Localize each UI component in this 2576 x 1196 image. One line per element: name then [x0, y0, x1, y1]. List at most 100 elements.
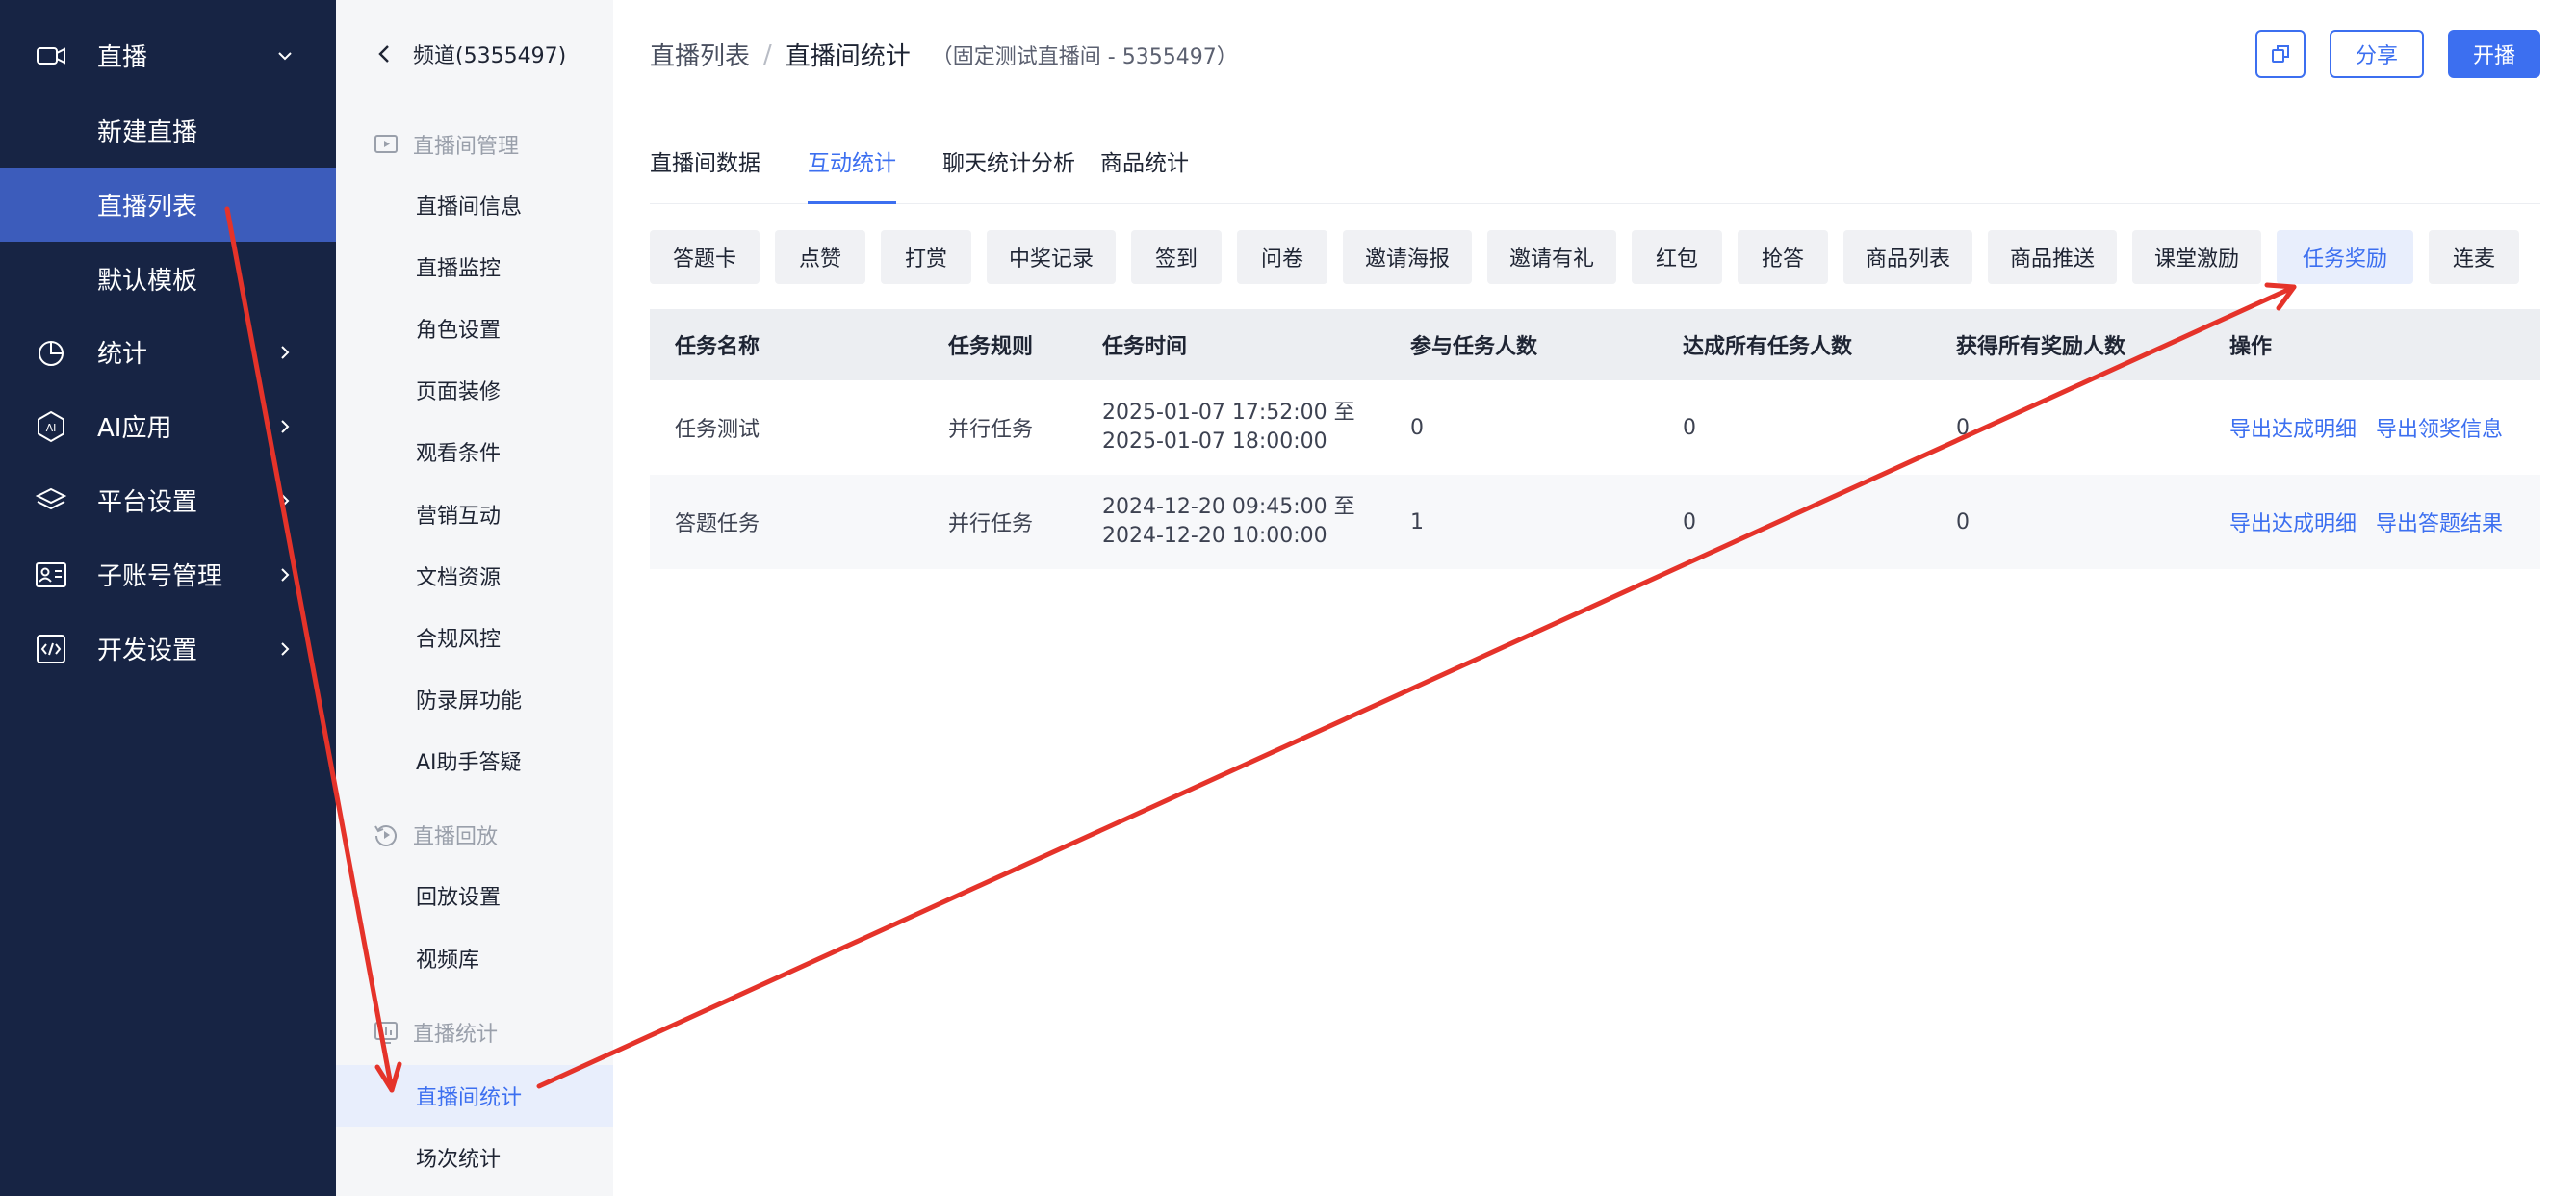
- chip-quick-answer[interactable]: 抢答: [1738, 230, 1828, 284]
- chip-red-packet[interactable]: 红包: [1632, 230, 1722, 284]
- nav-stats[interactable]: 统计: [0, 315, 336, 389]
- id-card-icon: [35, 559, 67, 591]
- col-task-name: 任务名称: [675, 335, 760, 359]
- tab-chat-analysis[interactable]: 聊天统计分析: [942, 144, 1075, 204]
- channel-menu: 频道(5355497) 直播间管理 直播间信息 直播监控 角色设置 页面装修 观…: [336, 0, 613, 1196]
- copy-icon: [2272, 45, 2289, 63]
- chip-survey[interactable]: 问卷: [1237, 230, 1327, 284]
- start-live-button[interactable]: 开播: [2448, 30, 2540, 78]
- menu-room-info[interactable]: 直播间信息: [336, 177, 613, 233]
- menu-anti-record[interactable]: 防录屏功能: [336, 671, 613, 727]
- menu-item-label: 直播间统计: [416, 1086, 523, 1110]
- stats-tabs: 直播间数据 互动统计 聊天统计分析 商品统计: [650, 135, 2540, 204]
- app-root: 直播 新建直播 直播列表 默认模板 统计 AI AI应用 平台设置 子账号管理 …: [0, 0, 2576, 1196]
- chip-class-incentive[interactable]: 课堂激励: [2132, 230, 2261, 284]
- menu-watch-conditions[interactable]: 观看条件: [336, 424, 613, 480]
- tab-product-stats[interactable]: 商品统计: [1100, 144, 1189, 204]
- cell-task-name: 答题任务: [675, 512, 760, 536]
- col-actions: 操作: [2229, 335, 2273, 359]
- time-end: 2024-12-20 10:00:00: [1102, 524, 1327, 548]
- pie-chart-icon: [35, 336, 67, 369]
- copy-button[interactable]: [2255, 30, 2306, 78]
- chevron-right-icon: [281, 345, 290, 359]
- cell-participants: 1: [1410, 509, 1424, 534]
- chip-task-reward[interactable]: 任务奖励: [2277, 230, 2413, 284]
- nav-new-live[interactable]: 新建直播: [0, 93, 336, 168]
- table-row: 任务测试 并行任务 2025-01-07 17:52:00 至 2025-01-…: [650, 380, 2540, 475]
- nav-platform-settings-label: 平台设置: [97, 488, 198, 517]
- nav-stats-label: 统计: [97, 340, 148, 369]
- cell-rewarded: 0: [1956, 509, 1970, 534]
- menu-page-decoration[interactable]: 页面装修: [336, 362, 613, 418]
- menu-item-label: 营销互动: [416, 505, 502, 529]
- time-end: 2025-01-07 18:00:00: [1102, 429, 1327, 454]
- chip-tip[interactable]: 打赏: [881, 230, 971, 284]
- breadcrumb-current: 直播间统计: [785, 42, 911, 71]
- menu-item-label: 回放设置: [416, 886, 502, 910]
- share-button[interactable]: 分享: [2330, 30, 2424, 78]
- cell-task-rule: 并行任务: [948, 512, 1034, 536]
- nav-live-list[interactable]: 直播列表: [0, 168, 336, 242]
- cell-actions: 导出达成明细 导出领奖信息: [2229, 380, 2522, 475]
- nav-dev-settings[interactable]: 开发设置: [0, 611, 336, 686]
- menu-live-monitor[interactable]: 直播监控: [336, 239, 613, 295]
- chip-invite-reward[interactable]: 邀请有礼: [1487, 230, 1616, 284]
- cell-task-time: 2025-01-07 17:52:00 至 2025-01-07 18:00:0…: [1102, 380, 1355, 475]
- menu-item-label: 角色设置: [416, 319, 502, 343]
- chip-product-list[interactable]: 商品列表: [1843, 230, 1972, 284]
- group-room-manage: 直播间管理: [336, 120, 613, 169]
- menu-replay-settings[interactable]: 回放设置: [336, 868, 613, 923]
- nav-platform-settings[interactable]: 平台设置: [0, 463, 336, 537]
- nav-default-template[interactable]: 默认模板: [0, 242, 336, 316]
- menu-item-label: 文档资源: [416, 566, 502, 590]
- main-content: 直播列表 / 直播间统计 （固定测试直播间 - 5355497） 分享 开播 直…: [613, 0, 2576, 1196]
- menu-item-label: 视频库: [416, 949, 480, 973]
- menu-item-label: 页面装修: [416, 380, 502, 404]
- main-nav: 直播 新建直播 直播列表 默认模板 统计 AI AI应用 平台设置 子账号管理 …: [0, 0, 336, 1196]
- chevron-right-icon: [281, 567, 290, 582]
- nav-ai-app[interactable]: AI AI应用: [0, 389, 336, 463]
- menu-role-settings[interactable]: 角色设置: [336, 300, 613, 356]
- menu-compliance[interactable]: 合规风控: [336, 610, 613, 665]
- col-rewarded-all: 获得所有奖励人数: [1956, 335, 2126, 359]
- chip-winning-records[interactable]: 中奖记录: [987, 230, 1116, 284]
- chip-product-push[interactable]: 商品推送: [1988, 230, 2117, 284]
- export-reward-info-link[interactable]: 导出领奖信息: [2376, 412, 2503, 443]
- col-task-time: 任务时间: [1102, 335, 1188, 359]
- nav-live[interactable]: 直播: [0, 18, 336, 92]
- video-camera-icon: [35, 39, 67, 72]
- table-header: 任务名称 任务规则 任务时间 参与任务人数 达成所有任务人数 获得所有奖励人数 …: [650, 309, 2540, 380]
- breadcrumb-live-list[interactable]: 直播列表: [650, 37, 750, 72]
- export-quiz-result-link[interactable]: 导出答题结果: [2376, 507, 2503, 537]
- tab-interaction-stats[interactable]: 互动统计: [808, 144, 896, 204]
- group-live-stats: 直播统计: [336, 1008, 613, 1056]
- nav-live-list-label: 直播列表: [97, 193, 198, 221]
- channel-back[interactable]: 频道(5355497): [336, 0, 613, 108]
- cell-task-time: 2024-12-20 09:45:00 至 2024-12-20 10:00:0…: [1102, 475, 1355, 569]
- channel-title: 频道(5355497): [413, 44, 567, 68]
- menu-session-stats[interactable]: 场次统计: [336, 1127, 613, 1188]
- export-completion-link[interactable]: 导出达成明细: [2229, 412, 2357, 443]
- menu-item-label: 防录屏功能: [416, 689, 523, 714]
- chip-quiz-card[interactable]: 答题卡: [650, 230, 760, 284]
- cell-task-name: 任务测试: [675, 418, 760, 442]
- cell-participants: 0: [1410, 415, 1424, 440]
- menu-room-stats[interactable]: 直播间统计: [336, 1065, 613, 1127]
- nav-sub-accounts[interactable]: 子账号管理: [0, 537, 336, 611]
- menu-ai-assistant[interactable]: AI助手答疑: [336, 733, 613, 789]
- chip-co-host[interactable]: 连麦: [2429, 230, 2519, 284]
- chip-like[interactable]: 点赞: [775, 230, 865, 284]
- chip-check-in[interactable]: 签到: [1131, 230, 1222, 284]
- export-completion-link[interactable]: 导出达成明细: [2229, 507, 2357, 537]
- chip-invite-poster[interactable]: 邀请海报: [1343, 230, 1472, 284]
- nav-live-label: 直播: [97, 43, 148, 72]
- menu-marketing[interactable]: 营销互动: [336, 486, 613, 542]
- tab-room-data[interactable]: 直播间数据: [650, 144, 760, 204]
- menu-video-library[interactable]: 视频库: [336, 930, 613, 986]
- cell-task-rule: 并行任务: [948, 418, 1034, 442]
- menu-item-label: 观看条件: [416, 442, 502, 466]
- layers-icon: [35, 484, 67, 517]
- menu-doc-resources[interactable]: 文档资源: [336, 548, 613, 604]
- chevron-right-icon: [281, 419, 290, 433]
- breadcrumb: 直播列表 / 直播间统计 （固定测试直播间 - 5355497）: [650, 37, 1238, 72]
